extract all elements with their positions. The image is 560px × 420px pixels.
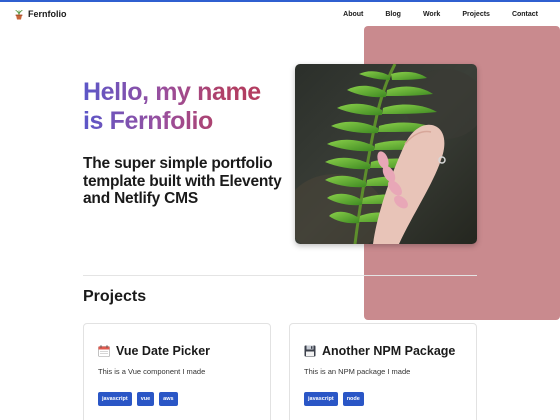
hero-title: Hello, my name is Fernfolio	[83, 78, 283, 136]
nav-link-contact[interactable]: Contact	[512, 11, 538, 18]
floppy-disk-icon	[304, 345, 316, 357]
tag-vue[interactable]: vue	[136, 392, 155, 406]
hero-subtitle: The super simple portfolio template buil…	[83, 155, 282, 207]
potted-plant-icon	[15, 10, 23, 20]
tag-list: javascript node	[304, 392, 364, 406]
tag-list: javascript vue aws	[98, 392, 178, 406]
fern-in-hand-photo	[295, 64, 477, 244]
projects-heading: Projects	[83, 288, 147, 305]
card-header: Vue Date Picker	[98, 344, 210, 358]
section-divider	[83, 275, 477, 276]
nav-link-work[interactable]: Work	[423, 11, 440, 18]
tag-aws[interactable]: aws	[159, 392, 178, 406]
nav-link-about[interactable]: About	[343, 11, 363, 18]
card-header: Another NPM Package	[304, 344, 455, 358]
card-title: Another NPM Package	[322, 344, 456, 358]
project-card-another-npm-package[interactable]: Another NPM Package This is an NPM packa…	[289, 323, 477, 420]
main-nav: About Blog Work Projects Contact	[343, 11, 538, 18]
brand-link[interactable]: Fernfolio	[14, 8, 67, 20]
project-card-vue-date-picker[interactable]: Vue Date Picker This is a Vue component …	[83, 323, 271, 420]
hero-image	[295, 64, 477, 244]
card-title: Vue Date Picker	[116, 344, 211, 358]
tag-node[interactable]: node	[342, 392, 364, 406]
card-description: This is a Vue component I made	[98, 367, 206, 376]
tag-javascript[interactable]: javascript	[98, 392, 132, 406]
calendar-icon	[98, 345, 110, 357]
tag-javascript[interactable]: javascript	[304, 392, 338, 406]
card-description: This is an NPM package I made	[304, 367, 411, 376]
nav-link-blog[interactable]: Blog	[385, 11, 401, 18]
nav-link-projects[interactable]: Projects	[462, 11, 490, 18]
brand-name: Fernfolio	[28, 9, 67, 19]
